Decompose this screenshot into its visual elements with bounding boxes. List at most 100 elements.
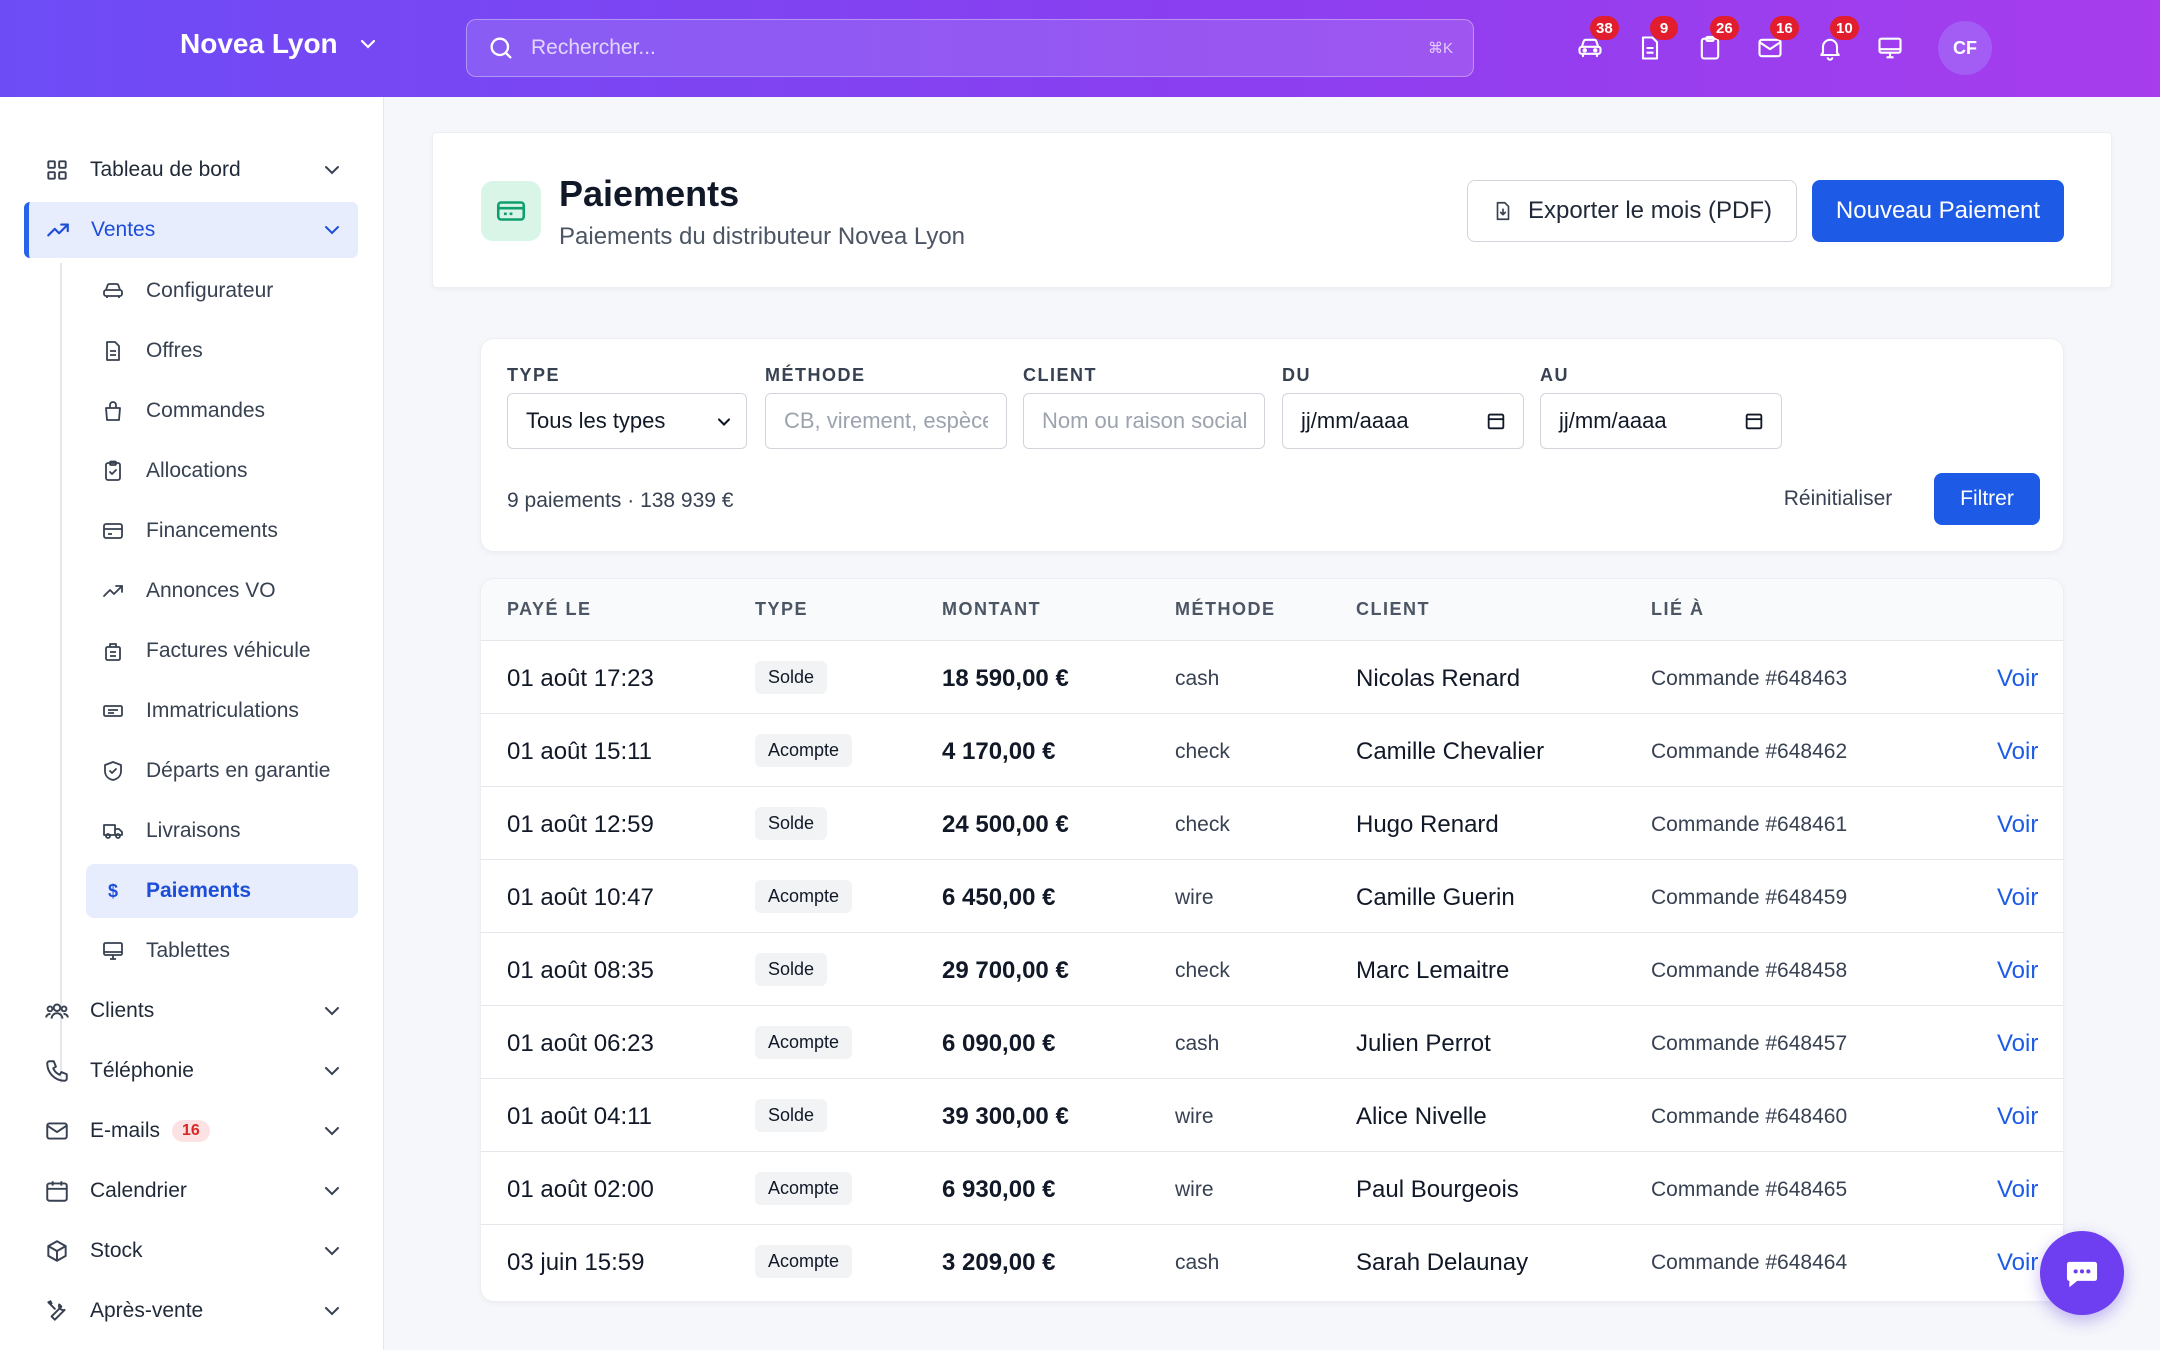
amount-cell: 18 590,00 €	[942, 665, 1069, 692]
amount-cell: 6 090,00 €	[942, 1030, 1056, 1057]
export-month-pdf-button[interactable]: Exporter le mois (PDF)	[1467, 180, 1797, 242]
search-input[interactable]	[531, 36, 1428, 60]
sidebar-item-allocations[interactable]: Allocations	[86, 444, 358, 498]
chevron-down-icon	[325, 1067, 339, 1076]
tablets-shortcut[interactable]	[1872, 24, 1908, 72]
sidebar-item-label: Immatriculations	[146, 699, 299, 722]
client-field[interactable]	[1023, 393, 1265, 449]
linked-to-cell: Commande #648464	[1651, 1251, 1848, 1274]
column-header-type[interactable]: TYPE	[755, 599, 808, 620]
method-input[interactable]	[784, 408, 988, 434]
method-field[interactable]	[765, 393, 1007, 449]
sidebar-item-dashboard[interactable]: Tableau de bord	[24, 142, 358, 198]
type-cell: Acompte	[755, 734, 853, 767]
sidebar-item-payments[interactable]: $ Paiements	[86, 864, 358, 918]
sidebar-item-label: E-mails	[90, 1119, 161, 1142]
sidebar-item-stock[interactable]: Stock	[24, 1223, 358, 1279]
sidebar-item-used-listings[interactable]: Annonces VO	[86, 564, 358, 618]
users-icon	[44, 998, 70, 1024]
sidebar-item-calendar[interactable]: Calendrier	[24, 1163, 358, 1219]
view-payment-link[interactable]: Voir	[1997, 1103, 2038, 1131]
type-cell: Acompte	[755, 1026, 853, 1059]
table-header: PAYÉ LE TYPE MONTANT MÉTHODE CLIENT LIÉ …	[481, 579, 2063, 641]
view-payment-link[interactable]: Voir	[1997, 1249, 2038, 1277]
sidebar-item-clients[interactable]: Clients	[24, 983, 358, 1039]
view-payment-link[interactable]: Voir	[1997, 738, 2038, 766]
sidebar-item-label: Tableau de bord	[90, 158, 241, 181]
search-bar[interactable]: ⌘K	[466, 19, 1474, 77]
sidebar-item-offers[interactable]: Offres	[86, 324, 358, 378]
from-date-value: jj/mm/aaaa	[1301, 408, 1409, 433]
sidebar-item-vehicle-invoices[interactable]: Factures véhicule	[86, 624, 358, 678]
distributor-switcher[interactable]: Novea Lyon	[180, 28, 380, 60]
credit-card-icon	[100, 518, 126, 544]
client-cell: Paul Bourgeois	[1356, 1176, 1519, 1203]
vehicles-notifications[interactable]: 38	[1572, 16, 1619, 72]
sidebar-item-registrations[interactable]: Immatriculations	[86, 684, 358, 738]
client-filter-label: CLIENT	[1023, 365, 1097, 385]
reset-filters-button[interactable]: Réinitialiser	[1773, 473, 1903, 525]
client-input[interactable]	[1042, 408, 1246, 434]
payments-icon	[481, 181, 541, 241]
table-row: 01 août 12:59 Solde 24 500,00 € check Hu…	[481, 787, 2063, 860]
type-cell: Acompte	[755, 1245, 853, 1278]
alerts-notifications[interactable]: 10	[1812, 16, 1859, 72]
clipboard-check-icon	[100, 458, 126, 484]
sidebar-item-financing[interactable]: Financements	[86, 504, 358, 558]
type-badge: Solde	[755, 807, 828, 840]
column-header-paid-on[interactable]: PAYÉ LE	[507, 599, 592, 620]
client-cell: Sarah Delaunay	[1356, 1249, 1529, 1276]
sidebar-item-label: Ventes	[91, 218, 156, 241]
sidebar-item-label: Commandes	[146, 399, 266, 422]
table-row: 01 août 02:00 Acompte 6 930,00 € wire Pa…	[481, 1152, 2063, 1225]
user-avatar[interactable]: CF	[1938, 21, 1992, 75]
export-label: Exporter le mois (PDF)	[1527, 197, 1773, 224]
tasks-notifications[interactable]: 26	[1692, 16, 1739, 72]
sidebar-item-tablets[interactable]: Tablettes	[86, 924, 358, 978]
method-cell: wire	[1175, 886, 1214, 909]
amount-cell: 24 500,00 €	[942, 811, 1069, 838]
view-payment-link[interactable]: Voir	[1997, 1176, 2038, 1204]
type-filter-label: TYPE	[507, 365, 561, 385]
paid-on-cell: 01 août 04:11	[507, 1103, 653, 1130]
column-header-method[interactable]: MÉTHODE	[1175, 599, 1276, 620]
sidebar-item-after-sales[interactable]: Après-vente	[24, 1283, 358, 1339]
plate-icon	[100, 698, 126, 724]
sidebar-item-telephony[interactable]: Téléphonie	[24, 1043, 358, 1099]
new-payment-button[interactable]: Nouveau Paiement	[1812, 180, 2064, 242]
to-date-label: AU	[1540, 365, 1569, 385]
sidebar-item-emails[interactable]: E-mails 16	[24, 1103, 358, 1159]
column-header-linked-to[interactable]: LIÉ À	[1651, 599, 1705, 620]
view-payment-link[interactable]: Voir	[1997, 884, 2038, 912]
sidebar-item-configurator[interactable]: Configurateur	[86, 264, 358, 318]
sidebar-item-label: Offres	[146, 339, 203, 362]
column-header-client[interactable]: CLIENT	[1356, 599, 1430, 620]
calendar-icon	[44, 1178, 70, 1204]
sidebar-item-sales[interactable]: Ventes	[24, 202, 358, 258]
documents-notifications[interactable]: 9	[1632, 16, 1678, 72]
chat-icon	[2066, 1261, 2098, 1288]
sidebar-item-warranty-departures[interactable]: Départs en garantie	[86, 744, 358, 798]
unread-email-badge: 16	[172, 1120, 210, 1142]
sidebar-item-orders[interactable]: Commandes	[86, 384, 358, 438]
sidebar-item-label: Tablettes	[146, 939, 231, 962]
view-payment-link[interactable]: Voir	[1997, 665, 2038, 693]
calendar-icon[interactable]	[1743, 410, 1765, 432]
notification-icons: 38 9 26 16 10	[1572, 16, 1908, 72]
type-select[interactable]: Tous les types	[507, 393, 747, 449]
sidebar-item-deliveries[interactable]: Livraisons	[86, 804, 358, 858]
chat-button[interactable]	[2040, 1231, 2124, 1315]
apply-filters-button[interactable]: Filtrer	[1934, 473, 2040, 525]
column-header-amount[interactable]: MONTANT	[942, 599, 1041, 620]
linked-to-cell: Commande #648459	[1651, 886, 1848, 909]
calendar-icon[interactable]	[1485, 410, 1507, 432]
view-payment-link[interactable]: Voir	[1997, 1030, 2038, 1058]
view-payment-link[interactable]: Voir	[1997, 811, 2038, 839]
type-cell: Solde	[755, 953, 828, 986]
receipt-icon	[100, 638, 126, 664]
from-date-field[interactable]: jj/mm/aaaa	[1282, 393, 1524, 449]
to-date-field[interactable]: jj/mm/aaaa	[1540, 393, 1782, 449]
client-cell: Camille Guerin	[1356, 884, 1515, 911]
mail-notifications[interactable]: 16	[1752, 16, 1799, 72]
view-payment-link[interactable]: Voir	[1997, 957, 2038, 985]
